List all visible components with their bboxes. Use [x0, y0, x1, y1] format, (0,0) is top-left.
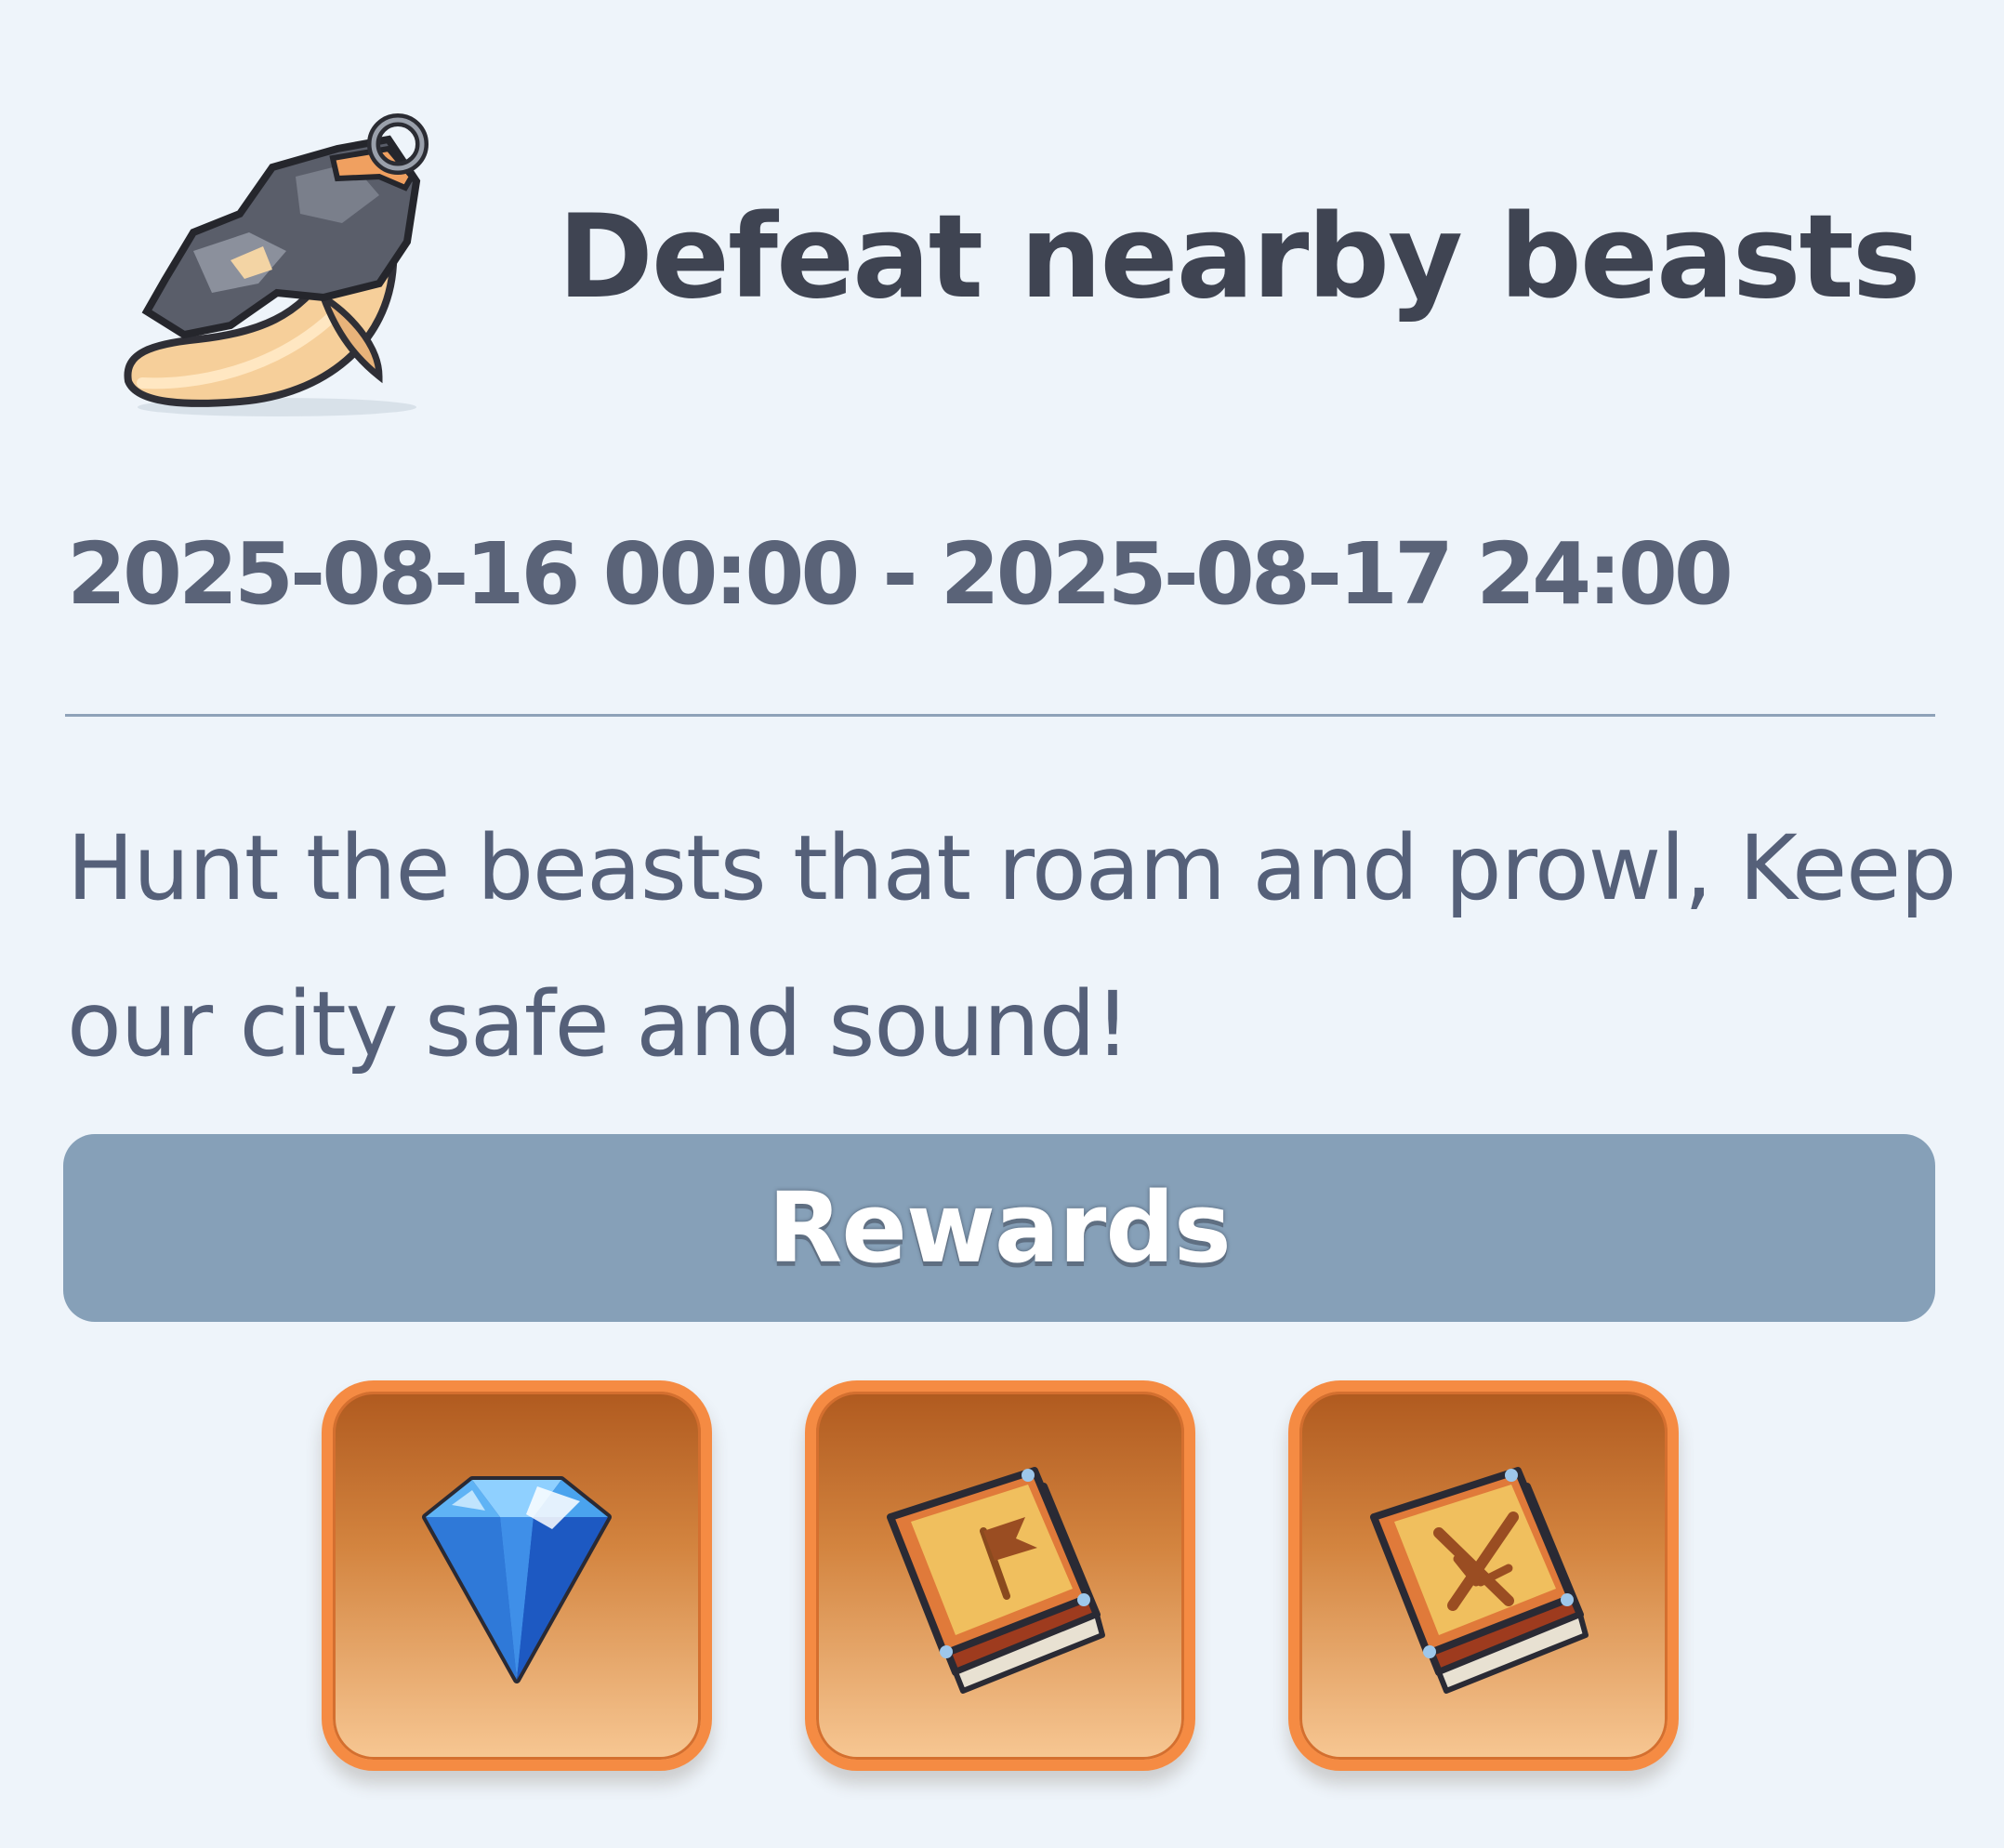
rally-book-icon: [853, 1429, 1147, 1723]
divider: [65, 714, 1935, 717]
diamond-icon: [370, 1429, 664, 1723]
quest-date-range: 2025-08-16 00:00 - 2025-08-17 24:00: [67, 524, 1734, 624]
reward-item-combat-book[interactable]: [1288, 1380, 1679, 1771]
quest-description: Hunt the beasts that roam and prowl, Kee…: [67, 816, 1957, 1076]
quest-title: Defeat nearby beasts: [558, 191, 1921, 324]
combat-book-icon: [1337, 1429, 1630, 1723]
beast-fang-icon: [110, 112, 444, 418]
reward-item-diamond[interactable]: [322, 1380, 712, 1771]
reward-item-rally-book[interactable]: [805, 1380, 1195, 1771]
rewards-title: Rewards: [768, 1171, 1232, 1285]
rewards-header: Rewards: [63, 1134, 1935, 1322]
